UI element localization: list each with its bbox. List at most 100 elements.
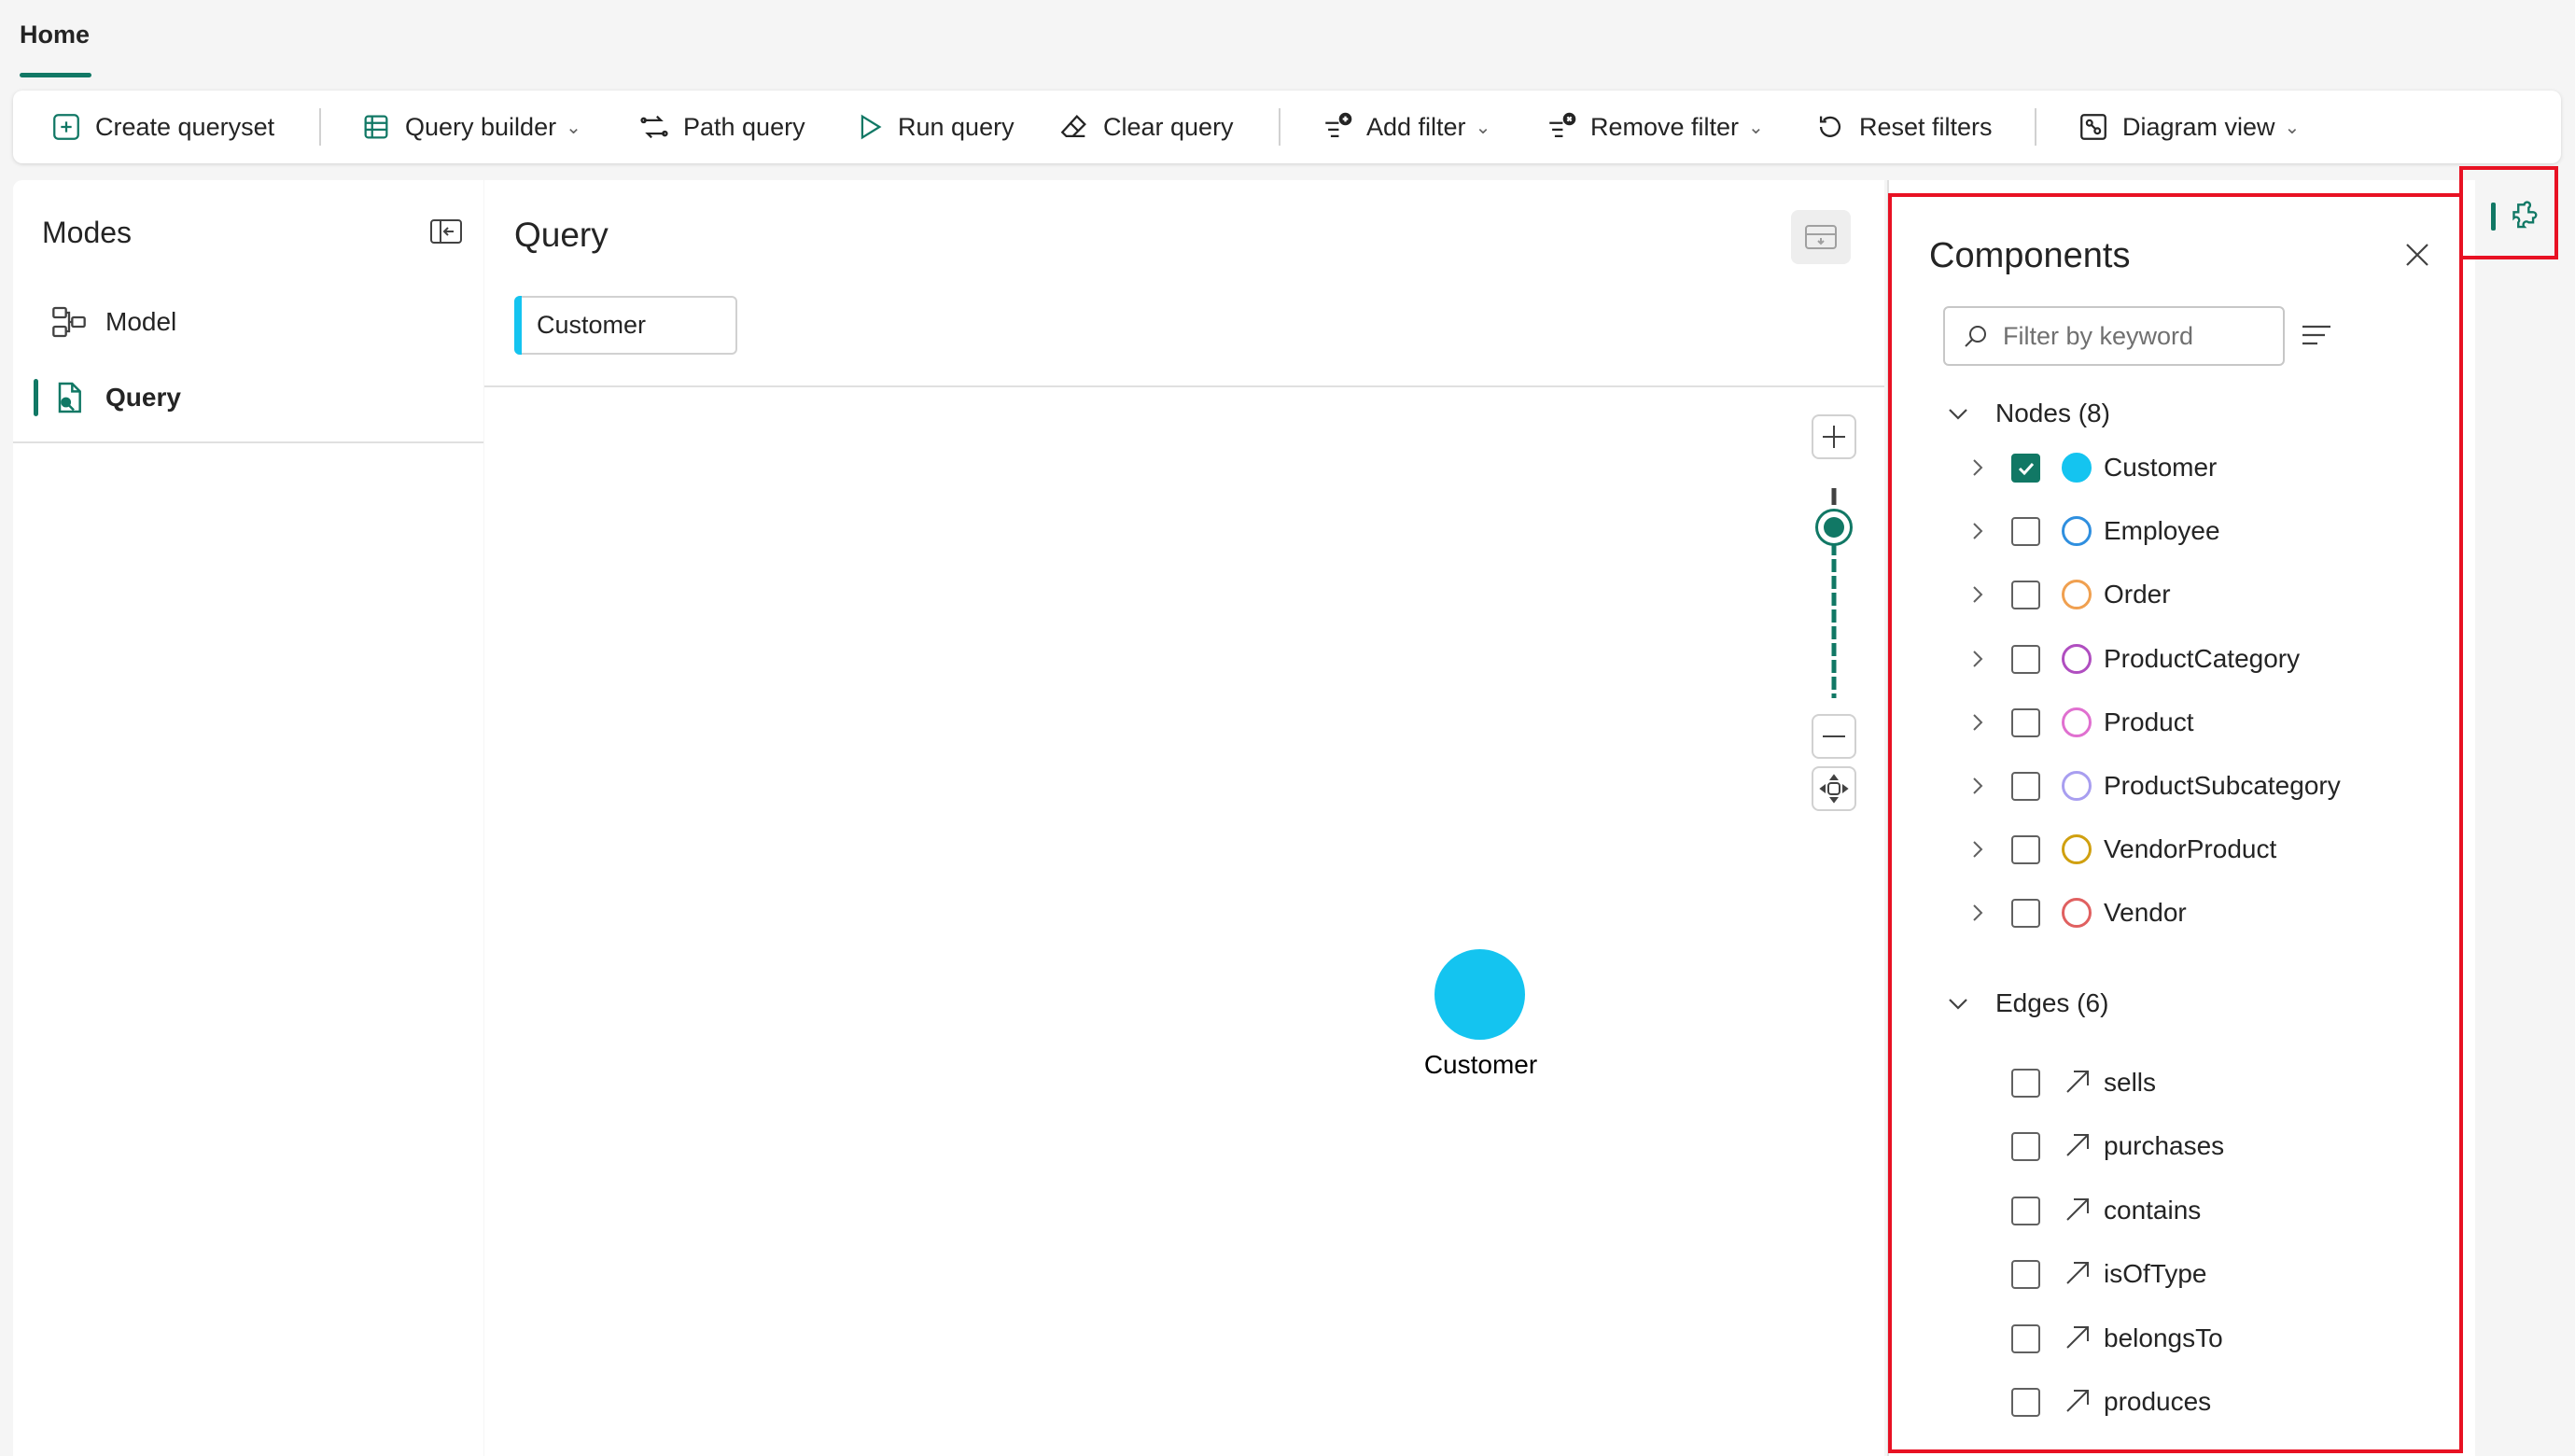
node-row[interactable]: Order bbox=[1889, 571, 2449, 618]
reset-filters-button[interactable]: Reset filters bbox=[1814, 91, 1993, 163]
edge-checkbox[interactable] bbox=[2011, 1132, 2040, 1161]
edge-label: sells bbox=[2104, 1068, 2157, 1097]
close-icon[interactable] bbox=[2402, 240, 2432, 270]
diagram-view-button[interactable]: Diagram view ⌄ bbox=[2078, 91, 2300, 163]
edge-checkbox[interactable] bbox=[2011, 1260, 2040, 1289]
node-label: ProductSubcategory bbox=[2104, 771, 2341, 800]
fit-view-button[interactable] bbox=[1812, 766, 1856, 811]
search-icon bbox=[1965, 326, 1986, 347]
chevron-right-icon[interactable] bbox=[1966, 647, 1989, 671]
chevron-right-icon[interactable] bbox=[1966, 455, 1989, 480]
zoom-slider-thumb[interactable] bbox=[1815, 509, 1853, 546]
node-color-dot bbox=[2062, 771, 2092, 801]
node-row[interactable]: VendorProduct bbox=[1889, 826, 2449, 873]
zoom-out-button[interactable] bbox=[1812, 714, 1856, 759]
node-label: Employee bbox=[2104, 516, 2220, 545]
edge-checkbox[interactable] bbox=[2011, 1324, 2040, 1353]
mode-item-query[interactable]: Query bbox=[13, 370, 483, 426]
collapse-panel-icon[interactable] bbox=[429, 217, 463, 245]
expand-panel-icon bbox=[1805, 225, 1837, 249]
node-row[interactable]: Vendor bbox=[1889, 889, 2449, 936]
node-checkbox[interactable] bbox=[2011, 899, 2040, 928]
node-checkbox[interactable] bbox=[2011, 835, 2040, 864]
edge-row[interactable]: isOfType bbox=[1889, 1251, 2449, 1297]
edge-checkbox[interactable] bbox=[2011, 1069, 2040, 1098]
edge-label: purchases bbox=[2104, 1131, 2225, 1160]
chevron-right-icon[interactable] bbox=[1966, 582, 1989, 607]
plus-icon bbox=[1823, 426, 1845, 448]
arrow-up-right-icon bbox=[2066, 1134, 2089, 1156]
edge-row[interactable]: belongsTo bbox=[1889, 1315, 2449, 1362]
node-color-dot bbox=[2062, 707, 2092, 737]
create-queryset-button[interactable]: Create queryset bbox=[50, 91, 274, 163]
edges-header-label: Edges (6) bbox=[1995, 988, 2109, 1017]
edges-section-header[interactable]: Edges (6) bbox=[1945, 985, 2108, 1022]
run-query-button[interactable]: Run query bbox=[853, 91, 1015, 163]
diagram-icon bbox=[2080, 114, 2106, 140]
chevron-right-icon[interactable] bbox=[1966, 901, 1989, 925]
remove-filter-label: Remove filter bbox=[1590, 112, 1740, 141]
node-label: ProductCategory bbox=[2104, 644, 2301, 673]
query-chip[interactable]: Customer bbox=[514, 296, 737, 355]
node-checkbox[interactable] bbox=[2011, 772, 2040, 801]
node-color-dot bbox=[2062, 580, 2092, 609]
clear-query-button[interactable]: Clear query bbox=[1058, 91, 1234, 163]
chevron-right-icon[interactable] bbox=[1966, 837, 1989, 861]
path-icon bbox=[640, 115, 668, 139]
fit-view-icon bbox=[1819, 774, 1849, 804]
diagram-view-label: Diagram view bbox=[2122, 112, 2275, 141]
query-builder-button[interactable]: Query builder ⌄ bbox=[360, 91, 581, 163]
edge-checkbox[interactable] bbox=[2011, 1197, 2040, 1225]
tab-home[interactable]: Home bbox=[20, 21, 90, 49]
add-filter-button[interactable]: Add filter ⌄ bbox=[1322, 91, 1490, 163]
sort-lines-icon[interactable] bbox=[2300, 320, 2333, 350]
arrow-up-right-icon bbox=[2066, 1326, 2089, 1349]
query-pane: Query Customer Customer bbox=[484, 180, 1884, 1456]
chevron-right-icon[interactable] bbox=[1966, 774, 1989, 798]
node-row[interactable]: ProductSubcategory bbox=[1889, 763, 2449, 809]
edge-row[interactable]: contains bbox=[1889, 1187, 2449, 1234]
graph-node-customer[interactable] bbox=[1434, 949, 1525, 1040]
node-row[interactable]: ProductCategory bbox=[1889, 636, 2449, 682]
arrow-up-right-icon bbox=[2066, 1262, 2089, 1284]
zoom-in-button[interactable] bbox=[1812, 414, 1856, 459]
mode-item-label: Query bbox=[105, 383, 181, 412]
node-checkbox[interactable] bbox=[2011, 645, 2040, 674]
node-row[interactable]: Customer bbox=[1889, 444, 2449, 491]
run-query-label: Run query bbox=[898, 112, 1015, 141]
model-icon bbox=[52, 306, 86, 338]
modes-panel: Modes Model Query bbox=[13, 180, 483, 1456]
chevron-down-icon bbox=[1949, 999, 1967, 1010]
chevron-down-icon bbox=[1949, 409, 1967, 420]
edge-checkbox[interactable] bbox=[2011, 1388, 2040, 1417]
node-row[interactable]: Product bbox=[1889, 699, 2449, 746]
node-label: Order bbox=[2104, 580, 2171, 609]
node-checkbox[interactable] bbox=[2011, 581, 2040, 609]
filter-search-box[interactable] bbox=[1943, 306, 2285, 366]
path-query-button[interactable]: Path query bbox=[638, 91, 805, 163]
chevron-right-icon[interactable] bbox=[1966, 519, 1989, 543]
toolbar-separator bbox=[2035, 108, 2036, 146]
add-square-icon bbox=[53, 114, 79, 140]
query-chip-label: Customer bbox=[537, 311, 647, 339]
filter-input[interactable] bbox=[2003, 317, 2274, 355]
edge-row[interactable]: produces bbox=[1889, 1379, 2449, 1425]
mode-item-model[interactable]: Model bbox=[13, 294, 483, 350]
mode-item-label: Model bbox=[105, 307, 177, 336]
node-checkbox[interactable] bbox=[2011, 708, 2040, 737]
expand-editor-button[interactable] bbox=[1791, 210, 1851, 264]
highlight-box-rail bbox=[2459, 166, 2558, 259]
edge-row[interactable]: sells bbox=[1889, 1059, 2449, 1106]
nodes-section-header[interactable]: Nodes (8) bbox=[1945, 395, 2110, 432]
remove-filter-button[interactable]: Remove filter ⌄ bbox=[1546, 91, 1764, 163]
node-checkbox[interactable] bbox=[2011, 454, 2040, 483]
modes-title: Modes bbox=[42, 216, 133, 249]
chevron-right-icon[interactable] bbox=[1966, 710, 1989, 735]
edge-row[interactable]: purchases bbox=[1889, 1123, 2449, 1169]
node-checkbox[interactable] bbox=[2011, 517, 2040, 546]
chevron-down-icon: ⌄ bbox=[1475, 117, 1491, 138]
play-icon bbox=[861, 114, 882, 140]
node-color-dot bbox=[2062, 898, 2092, 928]
node-row[interactable]: Employee bbox=[1889, 508, 2449, 554]
node-label: Vendor bbox=[2104, 898, 2187, 927]
